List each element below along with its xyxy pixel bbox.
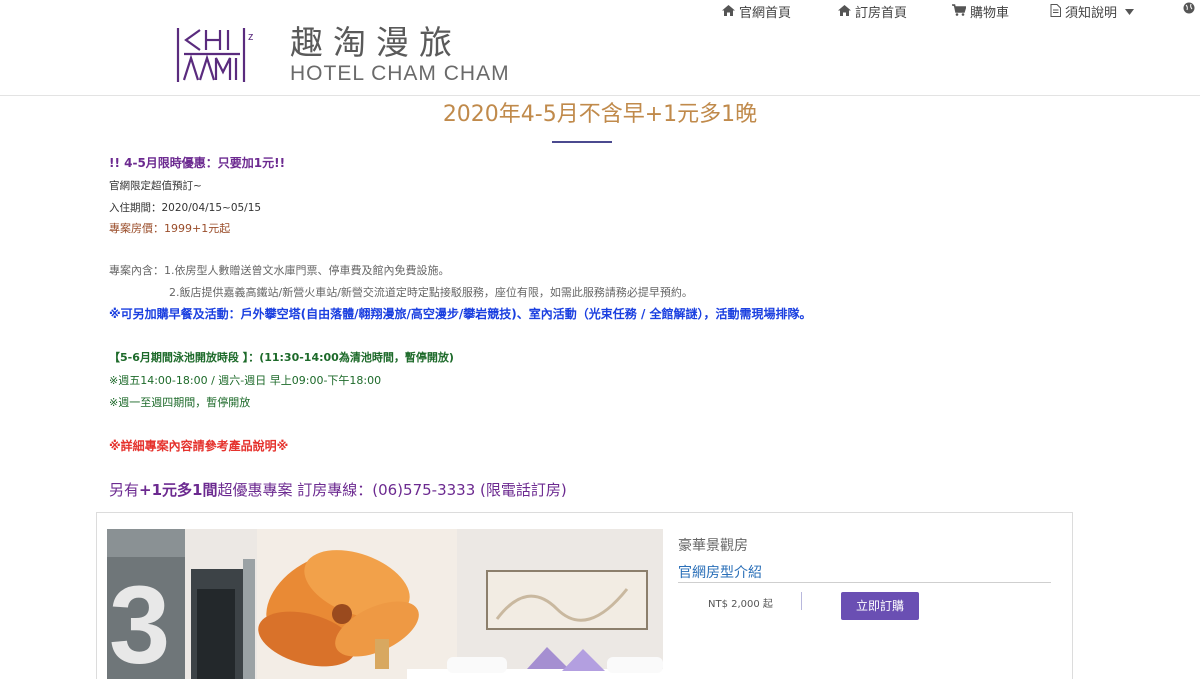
nav-booking-home[interactable]: 訂房首頁 xyxy=(838,2,907,21)
promo-phone-prefix: 另有 xyxy=(109,481,140,499)
document-icon xyxy=(1050,3,1061,20)
cart-icon xyxy=(952,4,967,19)
buy-now-button[interactable]: 立即訂購 xyxy=(841,592,919,620)
promo-phone-suffix: 超優惠專案 訂房專線：(06)575-3333 (限電話訂房) xyxy=(217,481,567,499)
promo-price: 專案房價：1999+1元起 xyxy=(109,222,231,235)
nav-notice-label: 須知說明 xyxy=(1065,6,1118,21)
nav-cart[interactable]: 購物車 xyxy=(952,2,1009,21)
nav-official-home-label: 官網首頁 xyxy=(739,6,792,21)
logo-name-en: HOTEL CHAM CHAM xyxy=(290,62,510,85)
title-underline xyxy=(552,141,612,143)
promo-includes-2: 2.飯店提供嘉義高鐵站/新營火車站/新營交流道定時定點接駁服務，座位有限，如需此… xyxy=(169,286,693,299)
caret-down-icon xyxy=(1125,5,1135,18)
room-name: 豪華景觀房 xyxy=(678,538,748,554)
page-title: 2020年4-5月不含早+1元多1晚 xyxy=(442,102,758,127)
logo-mark: z xyxy=(176,24,266,86)
room-intro-link[interactable]: 官網房型介紹 xyxy=(678,562,762,582)
promo-addon: ※可另加購早餐及活動：戶外攀空塔(自由落體/翱翔漫旅/高空漫步/攀岩競技)、室內… xyxy=(109,307,812,321)
home-icon xyxy=(838,4,851,19)
nav-cart-label: 購物車 xyxy=(970,6,1010,21)
promo-phone-bold: +1元多1間 xyxy=(139,481,218,499)
nav-booking-home-label: 訂房首頁 xyxy=(855,6,908,21)
room-number-graphic: 3 xyxy=(109,564,171,679)
promo-official-note: 官網限定超值預訂~ xyxy=(109,180,202,192)
pool-hours-title: 【5-6月期間泳池開放時段 】：(11:30-14:00為清池時間，暫停開放) xyxy=(109,351,454,364)
room-photo[interactable]: 3 xyxy=(107,529,663,679)
room-card: 3 豪華景觀房 官網房型介紹 NT$ 2,000 起 立即訂購 xyxy=(96,512,1073,679)
room-divider xyxy=(678,582,1051,583)
promo-includes-1: 專案內含：1.依房型人數贈送曾文水庫門票、停車費及館內免費設施。 xyxy=(109,264,450,277)
logo-mark-graphic: z xyxy=(176,28,254,82)
price-divider xyxy=(801,592,802,610)
promo-headline: !! 4-5月限時優惠：只要加1元!! xyxy=(109,156,286,170)
promo-period: 入住期間：2020/04/15~05/15 xyxy=(109,202,262,214)
home-icon xyxy=(722,4,735,19)
pool-hours-weekend: ※週五14:00-18:00 / 週六-週日 早上09:00-下午18:00 xyxy=(109,374,382,387)
logo-text: 趣淘漫旅 HOTEL CHAM CHAM xyxy=(290,24,510,86)
logo-name-cn: 趣淘漫旅 xyxy=(290,23,462,62)
room-photo-graphic xyxy=(107,529,663,679)
nav-official-home[interactable]: 官網首頁 xyxy=(722,2,791,21)
room-price: NT$ 2,000 起 xyxy=(708,599,773,610)
pool-hours-weekday: ※週一至週四期間，暫停開放 xyxy=(109,396,251,409)
promo-phone-line: 另有+1元多1間超優惠專案 訂房專線：(06)575-3333 (限電話訂房) xyxy=(109,479,567,501)
language-selector[interactable] xyxy=(1183,2,1199,17)
nav-notice-dropdown[interactable]: 須知說明 xyxy=(1050,2,1138,21)
globe-icon xyxy=(1183,2,1195,17)
top-nav: 官網首頁 訂房首頁 購物車 須知說明 xyxy=(0,0,1200,21)
promo-detail-note: ※詳細專案內容請參考產品說明※ xyxy=(109,439,289,453)
hotel-logo[interactable]: z 趣淘漫旅 HOTEL CHAM CHAM xyxy=(176,24,510,86)
svg-text:z: z xyxy=(248,31,254,43)
